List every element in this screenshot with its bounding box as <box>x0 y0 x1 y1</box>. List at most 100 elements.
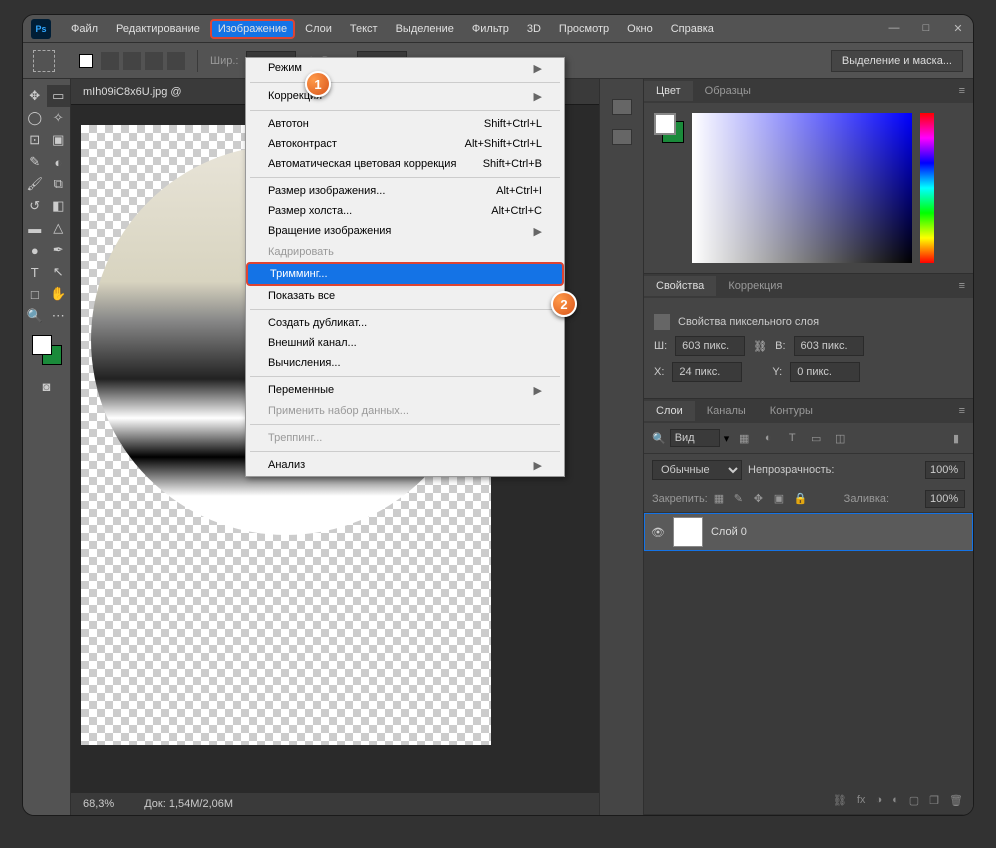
layer-name[interactable]: Слой 0 <box>711 526 747 538</box>
history-brush-tool[interactable]: ↺ <box>23 195 47 217</box>
channels-tab[interactable]: Каналы <box>695 401 758 421</box>
edit-toolbar[interactable]: ⋯ <box>47 305 71 327</box>
path-select-tool[interactable]: ↖ <box>47 261 71 283</box>
menu-text[interactable]: Текст <box>342 19 386 39</box>
crop-tool[interactable]: ⊡ <box>23 129 47 151</box>
dodge-tool[interactable]: ● <box>23 239 47 261</box>
filter-toggle-icon[interactable]: ▮ <box>947 429 965 447</box>
menu-item-размер-изображения-[interactable]: Размер изображения...Alt+Ctrl+I <box>246 181 564 201</box>
filter-shape-icon[interactable]: ▭ <box>807 429 825 447</box>
filter-type-icon[interactable]: T <box>783 429 801 447</box>
layer-row[interactable]: 👁 Слой 0 <box>644 513 973 551</box>
foreground-color-swatch[interactable] <box>32 335 52 355</box>
menu-layers[interactable]: Слои <box>297 19 340 39</box>
menu-filter[interactable]: Фильтр <box>464 19 517 39</box>
panel-menu-icon[interactable]: ≡ <box>951 405 973 417</box>
quickmask-toggle[interactable]: ◙ <box>35 375 59 397</box>
menu-item-тримминг-[interactable]: Тримминг... <box>246 262 564 286</box>
info-panel-icon[interactable] <box>612 129 632 145</box>
selection-intersect-icon[interactable] <box>167 52 185 70</box>
filter-adjust-icon[interactable]: ◐ <box>759 429 777 447</box>
lasso-tool[interactable]: ◯ <box>23 107 47 129</box>
fill-field[interactable]: 100% <box>925 490 965 508</box>
layer-filter-input[interactable] <box>670 429 720 447</box>
menu-item-анализ[interactable]: Анализ▶ <box>246 455 564 476</box>
link-layers-icon[interactable]: ⛓ <box>833 794 847 807</box>
menu-item-автоконтраст[interactable]: АвтоконтрастAlt+Shift+Ctrl+L <box>246 134 564 154</box>
selection-subtract-icon[interactable] <box>145 52 163 70</box>
menu-item-вращение-изображения[interactable]: Вращение изображения▶ <box>246 221 564 242</box>
menu-view[interactable]: Просмотр <box>551 19 617 39</box>
fill-swatch[interactable] <box>79 54 93 68</box>
menu-item-размер-холста-[interactable]: Размер холста...Alt+Ctrl+C <box>246 201 564 221</box>
eyedropper-tool[interactable]: ✎ <box>23 151 47 173</box>
hue-slider[interactable] <box>920 113 934 263</box>
height-field[interactable]: 603 пикс. <box>794 336 864 356</box>
y-field[interactable]: 0 пикс. <box>790 362 860 382</box>
color-picker[interactable] <box>32 335 62 365</box>
gradient-tool[interactable]: ▬ <box>23 217 47 239</box>
lock-brush-icon[interactable]: ✎ <box>734 492 748 506</box>
panel-menu-icon[interactable]: ≡ <box>951 280 973 292</box>
selection-add-icon[interactable] <box>123 52 141 70</box>
x-field[interactable]: 24 пикс. <box>672 362 742 382</box>
menu-item-показать-все[interactable]: Показать все <box>246 286 564 306</box>
opacity-field[interactable]: 100% <box>925 461 965 479</box>
menu-window[interactable]: Окно <box>619 19 661 39</box>
group-icon[interactable]: ▢ <box>909 794 919 807</box>
lock-position-icon[interactable]: ✥ <box>754 492 768 506</box>
hand-tool[interactable]: ✋ <box>47 283 71 305</box>
layers-tab[interactable]: Слои <box>644 401 695 421</box>
menu-select[interactable]: Выделение <box>388 19 462 39</box>
color-swatch-pair[interactable] <box>654 113 684 143</box>
selection-new-icon[interactable] <box>101 52 119 70</box>
menu-item-режим[interactable]: Режим▶ <box>246 58 564 79</box>
filter-smart-icon[interactable]: ◫ <box>831 429 849 447</box>
close-button[interactable]: ✕ <box>951 22 965 35</box>
menu-item-переменные[interactable]: Переменные▶ <box>246 380 564 401</box>
menu-item-создать-дубликат-[interactable]: Создать дубликат... <box>246 313 564 333</box>
zoom-tool[interactable]: 🔍 <box>23 305 47 327</box>
panel-menu-icon[interactable]: ≡ <box>951 85 973 97</box>
menu-edit[interactable]: Редактирование <box>108 19 208 39</box>
magic-wand-tool[interactable]: ✧ <box>47 107 71 129</box>
layer-filter[interactable]: 🔍 ▾ <box>652 429 729 447</box>
fg-swatch[interactable] <box>654 113 676 135</box>
type-tool[interactable]: T <box>23 261 47 283</box>
adjustment-icon[interactable]: ◐ <box>892 794 899 806</box>
frame-tool[interactable]: ▣ <box>47 129 71 151</box>
pen-tool[interactable]: ✒ <box>47 239 71 261</box>
menu-item-автотон[interactable]: АвтотонShift+Ctrl+L <box>246 114 564 134</box>
color-tab[interactable]: Цвет <box>644 81 693 101</box>
minimize-button[interactable]: — <box>887 22 901 35</box>
adjustments-tab[interactable]: Коррекция <box>716 276 794 296</box>
layer-thumbnail[interactable] <box>673 517 703 547</box>
menu-item-вычисления-[interactable]: Вычисления... <box>246 353 564 373</box>
marquee-tool-icon[interactable] <box>33 50 55 72</box>
menu-item-автоматическая-цветовая-коррекция[interactable]: Автоматическая цветовая коррекцияShift+C… <box>246 154 564 174</box>
menu-item-внешний-канал-[interactable]: Внешний канал... <box>246 333 564 353</box>
swatches-tab[interactable]: Образцы <box>693 81 763 101</box>
visibility-toggle-icon[interactable]: 👁 <box>651 526 665 539</box>
paths-tab[interactable]: Контуры <box>758 401 825 421</box>
maximize-button[interactable]: □ <box>919 22 933 35</box>
lock-pixels-icon[interactable]: ▦ <box>714 492 728 506</box>
menu-help[interactable]: Справка <box>663 19 722 39</box>
history-panel-icon[interactable] <box>612 99 632 115</box>
delete-icon[interactable]: 🗑 <box>949 794 963 807</box>
brush-tool[interactable]: 🖌 <box>23 173 47 195</box>
marquee-tool[interactable]: ▭ <box>47 85 71 107</box>
filter-pixel-icon[interactable]: ▦ <box>735 429 753 447</box>
move-tool[interactable]: ✥ <box>23 85 47 107</box>
menu-file[interactable]: Файл <box>63 19 106 39</box>
properties-tab[interactable]: Свойства <box>644 276 716 296</box>
spot-heal-tool[interactable]: ◐ <box>47 151 71 173</box>
blur-tool[interactable]: △ <box>47 217 71 239</box>
lock-artboard-icon[interactable]: ▣ <box>774 492 788 506</box>
color-spectrum[interactable] <box>692 113 912 263</box>
fx-icon[interactable]: fx <box>857 794 866 806</box>
zoom-level[interactable]: 68,3% <box>83 798 114 810</box>
eraser-tool[interactable]: ◧ <box>47 195 71 217</box>
menu-3d[interactable]: 3D <box>519 19 549 39</box>
shape-tool[interactable]: □ <box>23 283 47 305</box>
